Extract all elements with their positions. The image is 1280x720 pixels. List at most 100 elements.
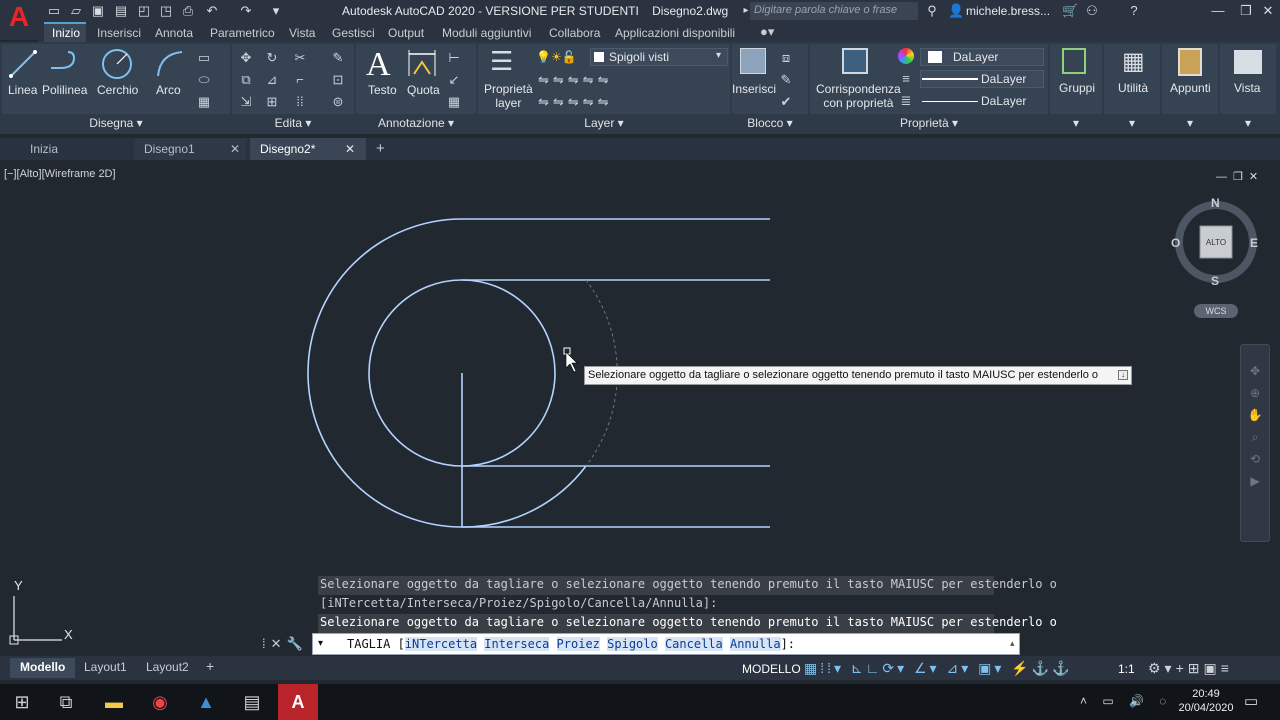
panel-edita-label[interactable]: Edita ▾ bbox=[232, 114, 354, 132]
fillet-icon[interactable]: ⌐ bbox=[292, 72, 308, 88]
rotate-icon[interactable]: ↻ bbox=[264, 50, 280, 66]
app-icon[interactable]: ▤ bbox=[232, 684, 272, 720]
groups-button[interactable]: Gruppi bbox=[1059, 81, 1095, 95]
new-tab-icon[interactable]: + bbox=[376, 140, 385, 157]
option-spigolo[interactable]: Spigolo bbox=[607, 637, 658, 651]
command-history-toggle-icon[interactable]: ▴ bbox=[1010, 638, 1015, 649]
layer-tools-row2-icon[interactable]: ⇋⇋⇋⇋⇋ bbox=[538, 94, 612, 110]
open-web-icon[interactable]: ◰ bbox=[136, 3, 152, 19]
workspace-tools-icon[interactable]: ⚙▾+⊞▣≡ bbox=[1148, 660, 1233, 677]
viewcube-face[interactable]: ALTO bbox=[1202, 238, 1230, 247]
customize-quick-access-icon[interactable]: ▾ bbox=[268, 3, 284, 19]
panel-disegna-label[interactable]: Disegna ▾ bbox=[2, 114, 230, 132]
undo-icon[interactable]: ↶ bbox=[204, 3, 220, 19]
chrome-icon[interactable]: ◉ bbox=[140, 684, 180, 720]
group-icon[interactable] bbox=[1062, 48, 1086, 74]
arc-icon[interactable] bbox=[154, 48, 186, 80]
tab-collabora[interactable]: Collabora bbox=[549, 26, 600, 40]
file-explorer-icon[interactable]: ▬ bbox=[94, 684, 134, 720]
viewcube-north[interactable]: N bbox=[1211, 196, 1220, 210]
hatch-icon[interactable]: ⬭ bbox=[196, 72, 212, 88]
clipboard-icon[interactable] bbox=[1178, 48, 1202, 76]
tab-moduli-aggiuntivi[interactable]: Moduli aggiuntivi bbox=[442, 26, 531, 40]
panel-annotazione-label[interactable]: Annotazione ▾ bbox=[356, 114, 476, 132]
circle-button[interactable]: Cerchio bbox=[97, 83, 138, 97]
navbar-tools-icon[interactable]: ✥ ⊕ ✋ ⌕ ⟲ ▶ bbox=[1246, 360, 1264, 492]
tab-inizio[interactable]: Inizio bbox=[52, 26, 80, 40]
rectangle-icon[interactable]: ▭ bbox=[196, 50, 212, 66]
layout-tab-layout1[interactable]: Layout1 bbox=[74, 658, 137, 678]
insert-block-button[interactable]: Inserisci bbox=[732, 82, 776, 96]
user-name[interactable]: michele.bress... bbox=[966, 4, 1050, 18]
close-disegno1-icon[interactable]: ✕ bbox=[230, 142, 240, 156]
tab-parametrico[interactable]: Parametrico bbox=[210, 26, 275, 40]
panel-proprieta-label[interactable]: Proprietà ▾ bbox=[810, 114, 1048, 132]
explode-icon[interactable]: ⊡ bbox=[330, 72, 346, 88]
minimize-icon[interactable]: — bbox=[1210, 3, 1226, 19]
utility-button[interactable]: Utilità bbox=[1118, 81, 1148, 95]
tooltip-expand-icon[interactable]: ↓ bbox=[1118, 370, 1128, 380]
arc-button[interactable]: Arco bbox=[156, 83, 181, 97]
offset-icon[interactable]: ⊜ bbox=[330, 94, 346, 110]
layer-properties-icon[interactable]: ☰ bbox=[490, 46, 513, 77]
command-input[interactable]: TAGLIA [iNTercetta Interseca Proiez Spig… bbox=[312, 633, 1020, 655]
ribbon-minimize-icon[interactable]: ●▾ bbox=[760, 24, 774, 40]
mirror-icon[interactable]: ⊿ bbox=[264, 72, 280, 88]
view-button[interactable]: Vista bbox=[1234, 81, 1260, 95]
save-as-icon[interactable]: ▤ bbox=[113, 3, 129, 19]
panel-layer-label[interactable]: Layer ▾ bbox=[478, 114, 730, 132]
new-icon[interactable]: ▭ bbox=[46, 3, 62, 19]
plot-icon[interactable]: ⎙ bbox=[180, 3, 196, 19]
scale-icon[interactable]: ⊞ bbox=[264, 94, 280, 110]
tab-vista[interactable]: Vista bbox=[289, 26, 315, 40]
option-proiez[interactable]: Proiez bbox=[556, 637, 600, 651]
polyline-icon[interactable] bbox=[48, 48, 80, 80]
open-icon[interactable]: ▱ bbox=[68, 3, 84, 19]
layer-dropdown[interactable]: Spigoli visti bbox=[590, 48, 728, 66]
view-icon[interactable] bbox=[1234, 50, 1262, 74]
trim-icon[interactable]: ✂ bbox=[292, 50, 308, 66]
viewcube-west[interactable]: O bbox=[1171, 236, 1180, 250]
layer-state-icons[interactable]: 💡☀🔓 bbox=[536, 50, 577, 64]
line-icon[interactable] bbox=[8, 48, 38, 80]
edit-block-icon[interactable]: ✎ bbox=[778, 72, 794, 88]
insert-block-icon[interactable] bbox=[740, 48, 766, 74]
create-block-icon[interactable]: ⧈ bbox=[778, 50, 794, 66]
clock[interactable]: 20:49 20/04/2020 bbox=[1174, 687, 1238, 715]
search-input[interactable]: Digitare parola chiave o frase bbox=[750, 2, 918, 20]
tab-inserisci[interactable]: Inserisci bbox=[97, 26, 141, 40]
task-view-icon[interactable]: ⧉ bbox=[46, 684, 86, 720]
text-button[interactable]: Testo bbox=[368, 83, 397, 97]
recent-commands-icon[interactable]: ▾ bbox=[318, 638, 323, 649]
panel-blocco-label[interactable]: Blocco ▾ bbox=[732, 114, 808, 132]
wcs-menu[interactable]: WCS bbox=[1194, 304, 1238, 318]
panel-appunti-expand-icon[interactable]: ▾ bbox=[1162, 114, 1218, 132]
table-icon[interactable]: ▦ bbox=[446, 94, 462, 110]
connect-icon[interactable]: ⚇ bbox=[1084, 3, 1100, 19]
panel-vista-expand-icon[interactable]: ▾ bbox=[1220, 114, 1276, 132]
option-intercetta[interactable]: iNTercetta bbox=[404, 637, 478, 651]
annotation-scale[interactable]: 1:1 bbox=[1118, 662, 1135, 676]
add-layout-icon[interactable]: + bbox=[206, 658, 214, 674]
layout-tab-layout2[interactable]: Layout2 bbox=[136, 658, 199, 678]
notifications-icon[interactable]: ▭ bbox=[1244, 692, 1258, 710]
option-annulla[interactable]: Annulla bbox=[729, 637, 781, 651]
tab-output[interactable]: Output bbox=[388, 26, 424, 40]
cart-icon[interactable]: 🛒 bbox=[1062, 3, 1078, 19]
layer-properties-button[interactable]: Proprietà layer bbox=[484, 82, 533, 110]
erase-icon[interactable]: ✎ bbox=[330, 50, 346, 66]
multileader-icon[interactable]: ↙ bbox=[446, 72, 462, 88]
restore-icon[interactable]: ❐ bbox=[1238, 3, 1254, 19]
panel-gruppi-expand-icon[interactable]: ▾ bbox=[1050, 114, 1102, 132]
polyline-button[interactable]: Polilinea bbox=[42, 83, 87, 97]
save-icon[interactable]: ▣ bbox=[90, 3, 106, 19]
tab-gestisci[interactable]: Gestisci bbox=[332, 26, 375, 40]
attribute-icon[interactable]: ✔ bbox=[778, 94, 794, 110]
user-icon[interactable]: 👤 bbox=[948, 3, 964, 19]
array-icon[interactable]: ⁞⁞ bbox=[292, 94, 308, 110]
move-icon[interactable]: ✥ bbox=[238, 50, 254, 66]
match-properties-button[interactable]: Corrispondenza con proprietà bbox=[816, 82, 901, 110]
clipboard-button[interactable]: Appunti bbox=[1170, 81, 1211, 95]
option-interseca[interactable]: Interseca bbox=[484, 637, 550, 651]
tab-annota[interactable]: Annota bbox=[155, 26, 193, 40]
